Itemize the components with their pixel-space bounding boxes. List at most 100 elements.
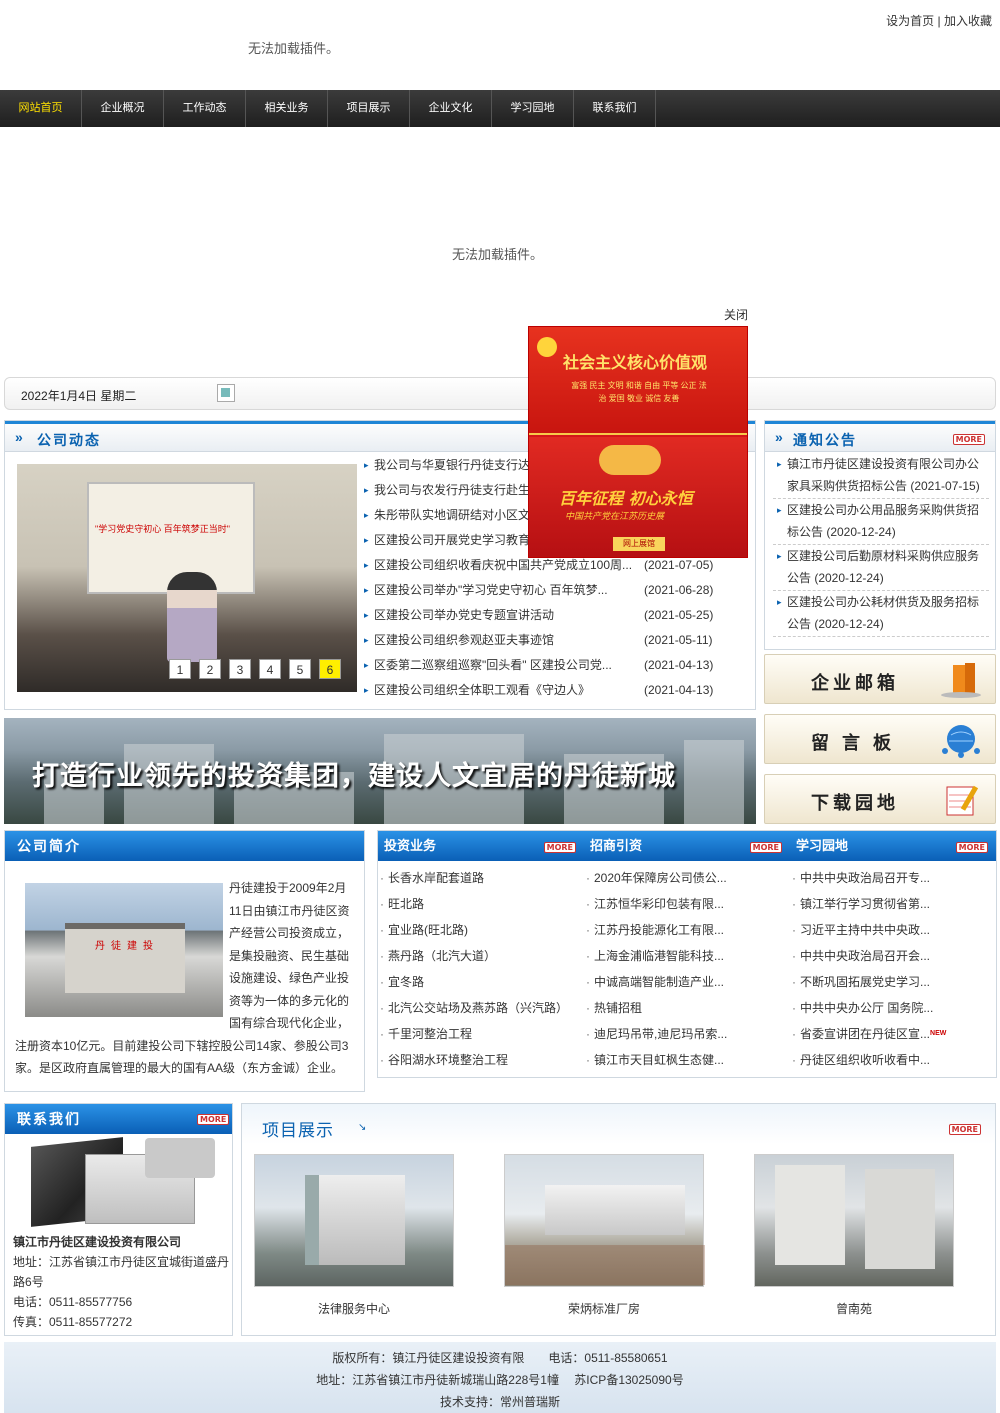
nav-item-contact[interactable]: 联系我们 bbox=[574, 90, 656, 127]
column-item-text: 镇江举行学习贯彻省第... bbox=[800, 897, 931, 911]
column-list-item[interactable]: 丹徒区组织收听收看中... bbox=[790, 1047, 996, 1073]
news-item[interactable]: 区建投公司组织全体职工观看《守边人》 (2021-04-13) bbox=[362, 678, 747, 703]
column-list-item[interactable]: 千里河整治工程 bbox=[378, 1021, 584, 1047]
popup-sub-1: 富强 民主 文明 和谐 自由 平等 公正 法治 爱国 敬业 诚信 友善 bbox=[571, 381, 707, 403]
nav-item-work-news[interactable]: 工作动态 bbox=[164, 90, 246, 127]
slide-number[interactable]: 2 bbox=[199, 659, 221, 679]
slide-number[interactable]: 1 bbox=[169, 659, 191, 679]
column-item-text: 江苏丹投能源化工有限... bbox=[594, 923, 725, 937]
column-item-text: 2020年保障房公司债公... bbox=[594, 871, 727, 885]
column-item-text: 谷阳湖水环境整治工程 bbox=[388, 1053, 509, 1067]
column-list-item[interactable]: 热铺招租 bbox=[584, 995, 790, 1021]
column-list-item[interactable]: 宜冬路 bbox=[378, 969, 584, 995]
nav-item-business[interactable]: 相关业务 bbox=[246, 90, 328, 127]
project-caption[interactable]: 曾南苑 bbox=[754, 1300, 954, 1317]
nav-item-study[interactable]: 学习园地 bbox=[492, 90, 574, 127]
news-item-date: (2021-05-11) bbox=[644, 633, 713, 647]
attraction-more-button[interactable]: MORE bbox=[749, 842, 782, 853]
add-favorite-link[interactable]: 加入收藏 bbox=[944, 14, 992, 28]
banner-plugin-error: 无法加载插件。 bbox=[452, 247, 544, 262]
notice-item[interactable]: 区建投公司办公耗材供货及服务招标公告 (2020-12-24) bbox=[773, 591, 989, 637]
party-emblem-icon bbox=[537, 337, 557, 357]
news-item[interactable]: 区建投公司组织参观赵亚夫事迹馆 (2021-05-11) bbox=[362, 628, 747, 653]
column-list-item[interactable]: 江苏恒华彩印包装有限... bbox=[584, 891, 790, 917]
footer-copyright: 版权所有：镇江丹徒区建设投资有限 电话：0511-85580651 bbox=[332, 1351, 668, 1365]
online-exhibition-button[interactable]: 网上展馆 bbox=[613, 537, 665, 551]
column-list-item[interactable]: 上海金浦临港智能科技... bbox=[584, 943, 790, 969]
slogan-banner: 打造行业领先的投资集团，建设人文宜居的丹徒新城 bbox=[4, 718, 756, 824]
column-item-text: 中共中央政治局召开专... bbox=[800, 871, 931, 885]
slide-number[interactable]: 3 bbox=[229, 659, 251, 679]
project-caption[interactable]: 荣炳标准厂房 bbox=[504, 1300, 704, 1317]
slide-number-active[interactable]: 6 bbox=[319, 659, 341, 679]
date-bar: 2022年1月4日 星期二 bbox=[4, 377, 996, 410]
column-list-item[interactable]: 宜业路(旺北路) bbox=[378, 917, 584, 943]
column-item-text: 不断巩固拓展党史学习... bbox=[800, 975, 931, 989]
intro-header: 公司简介 bbox=[5, 831, 364, 861]
column-list-item[interactable]: 燕丹路（北汽大道） bbox=[378, 943, 584, 969]
nav-item-overview[interactable]: 企业概况 bbox=[82, 90, 164, 127]
column-list-item[interactable]: 2020年保障房公司债公... bbox=[584, 865, 790, 891]
contact-fax: 传真：0511-85577272 bbox=[13, 1315, 133, 1329]
column-list-item[interactable]: 中共中央办公厅 国务院... bbox=[790, 995, 996, 1021]
column-list-item[interactable]: 北汽公交站场及燕苏路（兴汽路） bbox=[378, 995, 584, 1021]
slide-number[interactable]: 4 bbox=[259, 659, 281, 679]
news-item-date: (2021-04-13) bbox=[644, 683, 714, 697]
column-list-item[interactable]: 迪尼玛吊带,迪尼玛吊索... bbox=[584, 1021, 790, 1047]
nav-item-home[interactable]: 网站首页 bbox=[0, 90, 82, 127]
news-item-date: (2021-06-28) bbox=[644, 583, 714, 597]
project-caption[interactable]: 法律服务中心 bbox=[254, 1300, 454, 1317]
column-item-text: 长香水岸配套道路 bbox=[388, 871, 485, 885]
column-list-item[interactable]: 中诚高端智能制造产业... bbox=[584, 969, 790, 995]
column-list-item[interactable]: 习近平主持中共中央政... bbox=[790, 917, 996, 943]
globe-people-icon bbox=[942, 725, 980, 758]
top-links: 设为首页 | 加入收藏 bbox=[886, 12, 992, 29]
news-item-date: (2021-04-13) bbox=[644, 658, 714, 672]
news-item-title: 区建投公司举办"学习党史守初心 百年筑梦... bbox=[374, 583, 608, 597]
link-separator: | bbox=[937, 14, 941, 28]
slide-number[interactable]: 5 bbox=[289, 659, 311, 679]
column-list-item[interactable]: 镇江举行学习贯彻省第... bbox=[790, 891, 996, 917]
project-photo-factory[interactable] bbox=[504, 1154, 705, 1287]
study-more-button[interactable]: MORE bbox=[955, 842, 988, 853]
news-item-title: 区建投公司组织全体职工观看《守边人》 bbox=[374, 683, 591, 697]
project-title: 项目展示 bbox=[262, 1121, 334, 1140]
column-list-item[interactable]: 镇江市天目虹枫生态健... bbox=[584, 1047, 790, 1073]
company-intro-section: 公司简介 丹徒建投于2009年2月11日由镇江市丹徒区资产经营公司投资成立，是集… bbox=[4, 830, 365, 1092]
investment-more-button[interactable]: MORE bbox=[543, 842, 576, 853]
news-item[interactable]: 区建投公司举办党史专题宣讲活动 (2021-05-25) bbox=[362, 603, 747, 628]
company-news-title: 公司动态 bbox=[37, 432, 101, 448]
nav-item-culture[interactable]: 企业文化 bbox=[410, 90, 492, 127]
project-more-button[interactable]: MORE bbox=[948, 1124, 981, 1135]
column-list-item[interactable]: 江苏丹投能源化工有限... bbox=[584, 917, 790, 943]
notice-item[interactable]: 区建投公司后勤原材料采购供应服务公告 (2020-12-24) bbox=[773, 545, 989, 591]
column-list-item[interactable]: 省委宣讲团在丹徒区宣...NEW bbox=[790, 1021, 996, 1047]
column-list-item[interactable]: 不断巩固拓展党史学习... bbox=[790, 969, 996, 995]
column-list-item[interactable]: 旺北路 bbox=[378, 891, 584, 917]
floating-ad-popup[interactable]: 社会主义核心价值观 富强 民主 文明 和谐 自由 平等 公正 法治 爱国 敬业 … bbox=[528, 326, 748, 558]
column-item-text: 江苏恒华彩印包装有限... bbox=[594, 897, 725, 911]
column-list-item[interactable]: 中共中央政治局召开会... bbox=[790, 943, 996, 969]
news-item[interactable]: 区建投公司举办"学习党史守初心 百年筑梦... (2021-06-28) bbox=[362, 578, 747, 603]
news-slideshow[interactable]: "学习党史守初心 百年筑梦正当时" 1 2 3 4 5 6 bbox=[17, 464, 357, 692]
nav-item-projects[interactable]: 项目展示 bbox=[328, 90, 410, 127]
enterprise-mailbox-button[interactable]: 企业邮箱 bbox=[764, 654, 996, 704]
contact-more-button[interactable]: MORE bbox=[197, 1114, 230, 1125]
notice-header: » 通知公告 MORE bbox=[765, 424, 995, 452]
column-list-item[interactable]: 长香水岸配套道路 bbox=[378, 865, 584, 891]
banner-slogan: 打造行业领先的投资集团，建设人文宜居的丹徒新城 bbox=[32, 761, 676, 791]
project-photo-zengnan[interactable] bbox=[754, 1154, 954, 1287]
column-list-item[interactable]: 谷阳湖水环境整治工程 bbox=[378, 1047, 584, 1073]
investment-column: 投资业务 MORE 长香水岸配套道路旺北路宜业路(旺北路) 燕丹路（北汽大道） 宜冬路… bbox=[378, 831, 584, 1073]
column-item-text: 宜冬路 bbox=[388, 975, 425, 989]
download-area-button[interactable]: 下载园地 bbox=[764, 774, 996, 824]
notice-more-button[interactable]: MORE bbox=[952, 434, 985, 445]
news-item[interactable]: 区委第二巡察组巡察"回头看" 区建投公司党... (2021-04-13) bbox=[362, 653, 747, 678]
column-list-item[interactable]: 中共中央政治局召开专... bbox=[790, 865, 996, 891]
project-photo-legal-center[interactable] bbox=[254, 1154, 454, 1287]
notice-item[interactable]: 区建投公司办公用品服务采购供货招标公告 (2020-12-24) bbox=[773, 499, 989, 545]
notice-item[interactable]: 镇江市丹徒区建设投资有限公司办公家具采购供货招标公告 (2021-07-15) bbox=[773, 453, 989, 499]
message-board-button[interactable]: 留 言 板 bbox=[764, 714, 996, 764]
set-homepage-link[interactable]: 设为首页 bbox=[886, 14, 934, 28]
popup-close-button[interactable]: 关闭 bbox=[724, 306, 748, 323]
